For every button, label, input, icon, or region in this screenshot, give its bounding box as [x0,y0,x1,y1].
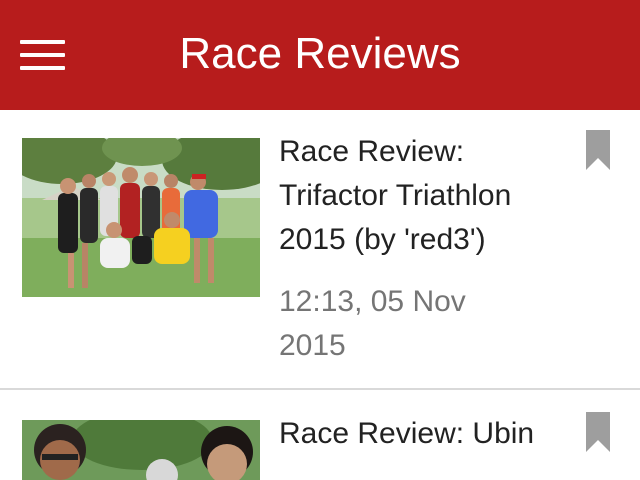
review-title[interactable]: Race Review: Ubin [279,412,559,456]
list-item[interactable]: Race Review: Ubin [0,390,640,480]
bookmark-icon[interactable] [586,412,610,452]
review-thumbnail[interactable] [22,420,260,480]
review-title[interactable]: Race Review: Trifactor Triathlon 2015 (b… [279,130,559,262]
review-thumbnail[interactable] [22,138,260,297]
bookmark-icon[interactable] [586,130,610,170]
page-title: Race Reviews [179,29,461,78]
review-date: 12:13, 05 Nov 2015 [279,285,466,362]
hamburger-menu-icon[interactable] [20,38,66,72]
app-header: Race Reviews [0,0,640,110]
list-item[interactable]: Race Review: Trifactor Triathlon 2015 (b… [0,110,640,388]
